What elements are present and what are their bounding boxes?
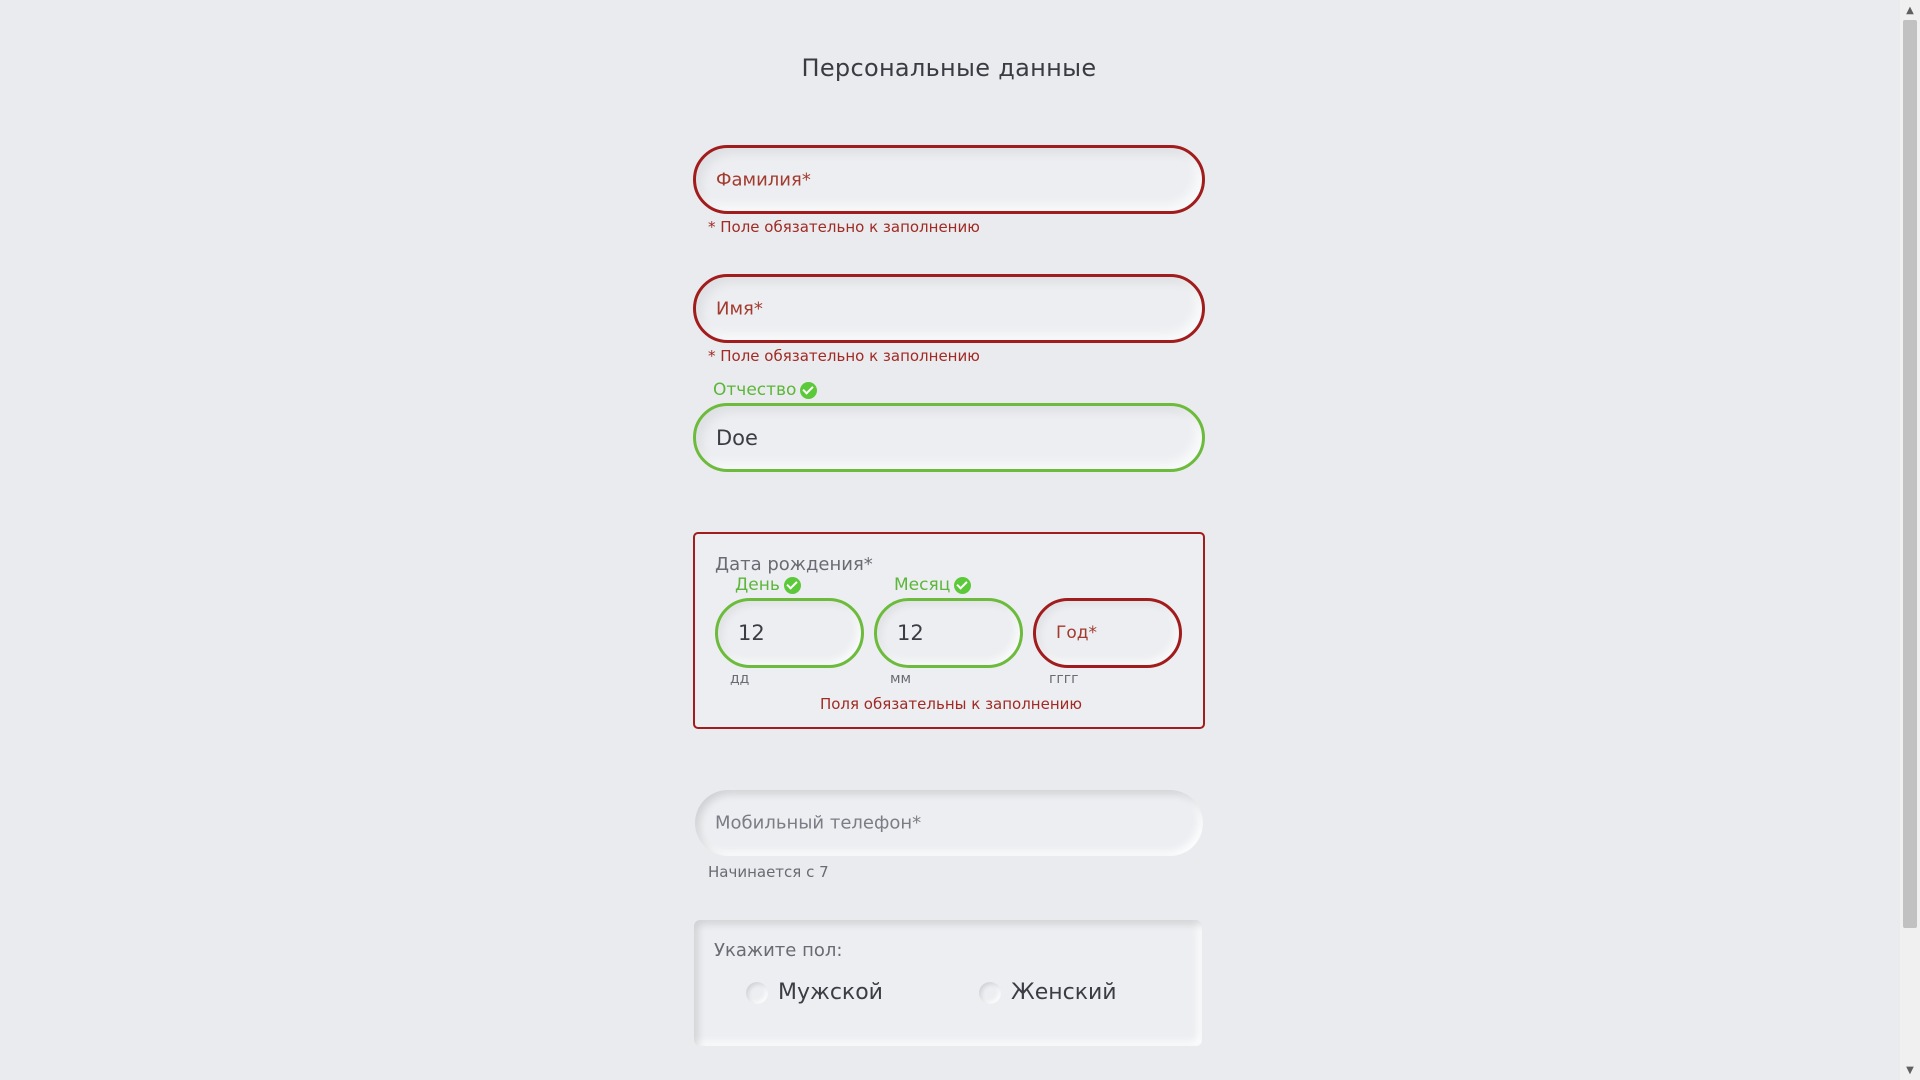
check-icon	[800, 381, 818, 399]
phone-input[interactable]: Мобильный телефон*	[695, 790, 1203, 856]
day-label-text: День	[735, 575, 780, 595]
name-error: * Поле обязательно к заполнению	[708, 347, 980, 365]
gender-female-label: Женский	[1011, 980, 1117, 1005]
name-placeholder: Имя*	[716, 298, 763, 319]
month-value: 12	[897, 621, 924, 645]
date-of-birth-group: Дата рождения* День Месяц 12 12 Год* дд …	[693, 532, 1205, 729]
patronymic-label: Отчество	[713, 380, 818, 400]
day-format-hint: дд	[730, 671, 750, 687]
surname-input[interactable]: Фамилия*	[693, 145, 1205, 214]
gender-title: Укажите пол:	[714, 940, 843, 961]
month-format-hint: мм	[890, 671, 912, 687]
month-label-text: Месяц	[894, 575, 951, 595]
name-input[interactable]: Имя*	[693, 274, 1205, 343]
day-label: День	[735, 575, 801, 595]
scrollbar-thumb[interactable]	[1903, 20, 1917, 928]
day-value: 12	[738, 621, 765, 645]
radio-male[interactable]	[746, 981, 768, 1004]
dob-error: Поля обязательны к заполнению	[819, 695, 1083, 713]
surname-error: * Поле обязательно к заполнению	[708, 218, 980, 236]
patronymic-value: Doe	[716, 425, 758, 450]
gender-option-female[interactable]: Женский	[979, 980, 1117, 1005]
radio-female[interactable]	[979, 981, 1001, 1004]
vertical-scrollbar[interactable]: ▲ ▼	[1900, 0, 1920, 1080]
gender-option-male[interactable]: Мужской	[746, 980, 883, 1005]
check-icon	[783, 576, 801, 594]
phone-hint: Начинается с 7	[708, 863, 829, 881]
patronymic-input[interactable]: Doe	[693, 403, 1205, 472]
page: Персональные данные Фамилия* * Поле обяз…	[0, 0, 1920, 1080]
dob-title: Дата рождения*	[715, 554, 873, 575]
page-title: Персональные данные	[801, 54, 1097, 82]
phone-placeholder: Мобильный телефон*	[715, 812, 922, 834]
year-input[interactable]: Год*	[1033, 598, 1182, 668]
gender-group: Укажите пол: Мужской Женский	[694, 920, 1202, 1046]
scroll-up-arrow-icon[interactable]: ▲	[1900, 0, 1920, 20]
year-format-hint: гггг	[1049, 671, 1079, 687]
month-label: Месяц	[894, 575, 972, 595]
year-placeholder: Год*	[1056, 623, 1098, 643]
gender-male-label: Мужской	[778, 980, 883, 1005]
surname-placeholder: Фамилия*	[716, 169, 811, 190]
month-input[interactable]: 12	[874, 598, 1023, 668]
day-input[interactable]: 12	[715, 598, 864, 668]
scroll-down-arrow-icon[interactable]: ▼	[1900, 1060, 1920, 1080]
check-icon	[954, 576, 972, 594]
patronymic-label-text: Отчество	[713, 380, 797, 400]
